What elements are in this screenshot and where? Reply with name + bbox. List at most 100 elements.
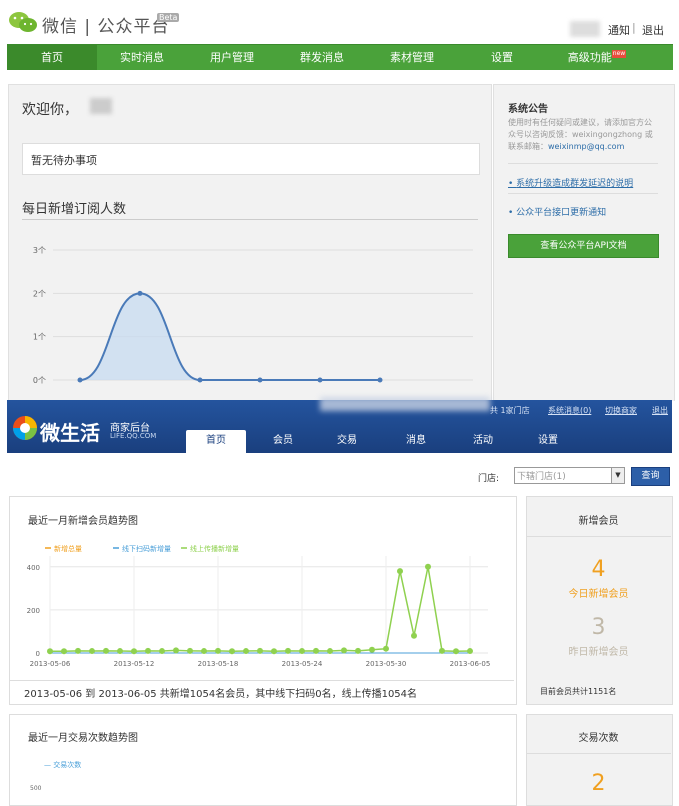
data-point [243, 648, 249, 655]
chevron-down-icon[interactable]: ▼ [611, 468, 624, 483]
data-point [89, 648, 95, 655]
welcome-text: 欢迎你， [22, 102, 78, 118]
data-point [439, 647, 445, 654]
wechat-nav-bar: 首页 实时消息 用户管理 群发消息 素材管理 设置 高级功能new [7, 44, 673, 70]
legend-label: 线上传播新增量 [190, 544, 239, 553]
new-members-card [526, 496, 673, 705]
data-point [215, 647, 221, 654]
nav-broadcast[interactable]: 群发消息 [277, 45, 367, 70]
user-name-blurred [570, 21, 600, 37]
data-point [355, 647, 361, 654]
data-point [411, 632, 417, 639]
x-tick-label: 2013-05-06 [30, 660, 71, 668]
tab-members[interactable]: 会员 [253, 430, 313, 453]
switch-merchant-link[interactable]: 切换商家 [605, 405, 637, 416]
welcome-name-blurred [90, 98, 112, 114]
data-point [257, 377, 263, 383]
y-tick-label: 0个 [33, 376, 46, 385]
wechat-platform-title: 微信 | 公众平台 [42, 17, 170, 37]
system-messages-link[interactable]: 系统消息(0) [548, 405, 591, 416]
notice-link[interactable]: 通知 [608, 22, 630, 38]
data-point [377, 377, 383, 383]
data-point [313, 647, 319, 654]
sidebar-divider [508, 163, 658, 164]
transaction-trend-title: 最近一月交易次数趋势图 [28, 733, 138, 744]
data-point [103, 647, 109, 654]
daily-subscribers-title: 每日新增订阅人数 [22, 202, 127, 217]
store-label: 门店: [478, 474, 500, 484]
nav-advanced-label: 高级功能 [567, 51, 612, 64]
beta-badge: Beta [157, 13, 180, 22]
tab-transactions[interactable]: 交易 [317, 430, 377, 453]
logout-link[interactable]: 退出 [642, 22, 664, 38]
announcement-link-1-label: 系统升级造成群发延迟的说明 [516, 179, 634, 189]
top-separator: | [632, 21, 636, 34]
data-point [131, 648, 137, 655]
y-tick-label: 0 [36, 650, 40, 658]
transaction-trend-card [9, 714, 517, 806]
data-point [271, 648, 277, 655]
data-point [453, 648, 459, 655]
data-point [383, 645, 389, 652]
data-point [369, 646, 375, 653]
announcement-title: 系统公告 [508, 104, 548, 115]
announcement-text: 使用时有任何疑问或建议，请添加官方公众号以咨询反馈：weixingongzhon… [508, 117, 658, 153]
nav-advanced[interactable]: 高级功能new [547, 45, 647, 70]
nav-settings[interactable]: 设置 [457, 45, 547, 70]
legend-label: 新增总量 [54, 544, 82, 553]
tab-settings[interactable]: 设置 [518, 430, 578, 453]
api-docs-button[interactable]: 查看公众平台API文档 [508, 234, 659, 258]
nav-user-management[interactable]: 用户管理 [187, 45, 277, 70]
data-point [397, 568, 403, 575]
x-tick-label: 2013-05-12 [114, 660, 155, 668]
transactions-value: 2 [591, 771, 606, 796]
data-point [77, 377, 83, 383]
announcement-email[interactable]: weixinmp@qq.com [548, 142, 624, 151]
new-members-title: 新增会员 [578, 516, 619, 527]
tab-activities[interactable]: 活动 [453, 430, 513, 453]
data-point [201, 648, 207, 655]
store-select-value: 下辖门店(1) [517, 472, 566, 482]
announcement-link-2[interactable]: • 公众平台接口更新通知 [508, 205, 606, 218]
weishenghuo-brand: 微生活 [40, 421, 100, 445]
total-members: 目前会员共计1151名 [540, 687, 617, 696]
weishenghuo-logo-icon [13, 416, 37, 440]
y-tick-label: 1个 [33, 333, 46, 342]
transaction-y-tick: 500 [30, 785, 42, 792]
data-point [327, 648, 333, 655]
x-tick-label: 2013-05-24 [282, 660, 323, 668]
tab-home[interactable]: 首页 [186, 430, 246, 454]
x-tick-label: 2013-06-05 [450, 660, 491, 668]
x-tick-label: 2013-05-30 [366, 660, 407, 668]
x-tick-label: 2013-05-18 [198, 660, 239, 668]
member-trend-summary: 2013-05-06 到 2013-06-05 共新增1054名会员，其中线下扫… [24, 689, 418, 700]
yesterday-new-members-value: 3 [591, 615, 606, 640]
tab-messages[interactable]: 消息 [386, 430, 446, 453]
announcement-link-1[interactable]: • 系统升级造成群发延迟的说明 [508, 176, 633, 189]
transaction-legend: — 交易次数 [44, 761, 82, 769]
data-point [47, 648, 53, 655]
logout-link-bottom[interactable]: 退出 [652, 405, 668, 416]
store-select[interactable]: 下辖门店(1) ▼ [514, 467, 625, 484]
data-point [145, 647, 151, 654]
wechat-logo-icon [9, 12, 37, 32]
data-point [173, 647, 179, 654]
chart-title-divider [22, 219, 478, 220]
data-point [317, 377, 323, 383]
data-point [229, 648, 235, 655]
legend-label: 线下扫码新增量 [122, 544, 171, 553]
query-button[interactable]: 查询 [631, 467, 670, 486]
nav-materials[interactable]: 素材管理 [367, 45, 457, 70]
member-trend-chart: 新增总量 线下扫码新增量 线上传播新增量 400 200 0 2013-05-06 2013-… [27, 544, 491, 668]
nav-home[interactable]: 首页 [7, 45, 97, 70]
data-point [159, 648, 165, 655]
yesterday-new-members-label: 昨日新增会员 [568, 647, 629, 658]
transactions-divider [526, 753, 671, 754]
data-point [257, 647, 263, 654]
nav-realtime-messages[interactable]: 实时消息 [97, 45, 187, 70]
today-new-members-label: 今日新增会员 [568, 589, 629, 600]
store-count-link[interactable]: 共 1家门店 [490, 405, 530, 416]
y-tick-label: 2个 [33, 289, 46, 298]
data-point [341, 647, 347, 654]
todo-box: 暂无待办事项 [22, 143, 480, 175]
